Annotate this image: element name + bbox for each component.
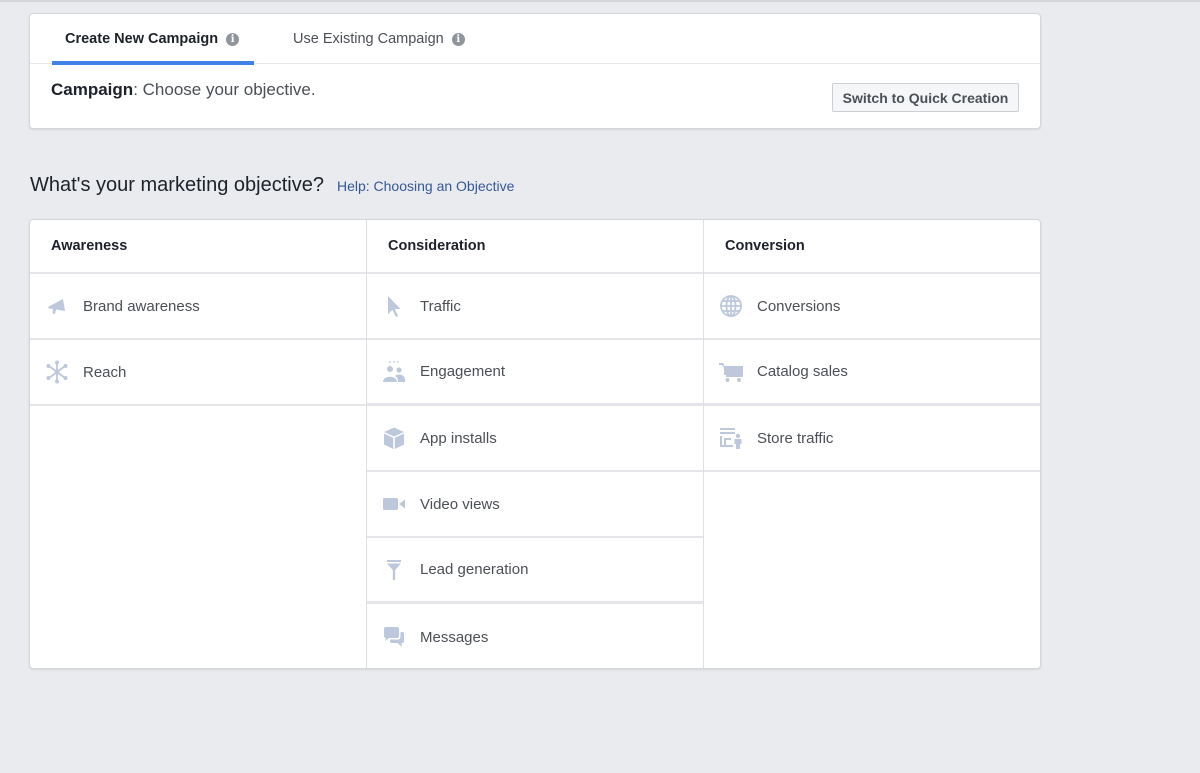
objective-reach[interactable]: Reach bbox=[30, 340, 367, 406]
funnel-icon bbox=[381, 557, 407, 583]
campaign-text: : Choose your objective. bbox=[133, 80, 316, 99]
info-icon[interactable]: i bbox=[451, 32, 465, 46]
campaign-objective-line: Campaign: Choose your objective. bbox=[51, 80, 316, 100]
objective-label: Messages bbox=[420, 628, 489, 646]
objective-conversions[interactable]: Conversions bbox=[704, 274, 1040, 340]
objective-label: Store traffic bbox=[757, 429, 834, 447]
campaign-tabs: Create New Campaign i Use Existing Campa… bbox=[30, 14, 1040, 65]
objective-label: Engagement bbox=[420, 363, 506, 380]
objective-label: Conversions bbox=[757, 297, 841, 315]
objective-engagement[interactable]: Engagement bbox=[367, 340, 703, 406]
objective-heading: What's your marketing objective? Help: C… bbox=[30, 174, 514, 197]
help-choosing-objective-link[interactable]: Help: Choosing an Objective bbox=[337, 178, 514, 194]
objective-brand-awareness[interactable]: Brand awareness bbox=[30, 274, 367, 340]
objective-label: App installs bbox=[420, 429, 497, 447]
objective-label: Video views bbox=[420, 495, 500, 513]
video-camera-icon bbox=[381, 491, 407, 517]
column-consideration: Consideration Traffic Engagement App ins… bbox=[366, 220, 703, 668]
cart-icon bbox=[718, 359, 744, 385]
objective-traffic[interactable]: Traffic bbox=[367, 274, 703, 340]
tab-label: Use Existing Campaign bbox=[293, 31, 444, 47]
column-header: Awareness bbox=[30, 220, 367, 274]
people-icon bbox=[381, 359, 407, 385]
campaign-label: Campaign bbox=[51, 80, 134, 99]
objectives-grid: Awareness Brand awareness Reach Consider… bbox=[29, 219, 1041, 669]
objective-catalog-sales[interactable]: Catalog sales bbox=[704, 340, 1040, 406]
objective-label: Reach bbox=[83, 363, 127, 381]
tab-create-new-campaign[interactable]: Create New Campaign i bbox=[52, 14, 254, 65]
column-header: Consideration bbox=[367, 220, 703, 274]
page-title: What's your marketing objective? bbox=[30, 174, 324, 196]
store-icon bbox=[718, 425, 744, 451]
objective-messages[interactable]: Messages bbox=[367, 604, 703, 668]
objective-label: Lead generation bbox=[420, 561, 529, 578]
objective-label: Traffic bbox=[420, 297, 461, 315]
megaphone-icon bbox=[44, 293, 70, 319]
objective-label: Catalog sales bbox=[757, 363, 848, 380]
objective-store-traffic[interactable]: Store traffic bbox=[704, 406, 1040, 472]
switch-to-quick-creation-button[interactable]: Switch to Quick Creation bbox=[832, 83, 1019, 112]
campaign-card: Create New Campaign i Use Existing Campa… bbox=[29, 13, 1041, 129]
reach-icon bbox=[44, 359, 70, 385]
objective-app-installs[interactable]: App installs bbox=[367, 406, 703, 472]
objective-lead-generation[interactable]: Lead generation bbox=[367, 538, 703, 604]
info-icon[interactable]: i bbox=[226, 32, 240, 46]
tab-use-existing-campaign[interactable]: Use Existing Campaign i bbox=[293, 14, 465, 64]
column-header: Conversion bbox=[704, 220, 1040, 274]
chat-bubbles-icon bbox=[381, 624, 407, 650]
tab-label: Create New Campaign bbox=[65, 31, 219, 47]
objective-video-views[interactable]: Video views bbox=[367, 472, 703, 538]
column-conversion: Conversion Conversions Catalog sales Sto… bbox=[703, 220, 1040, 668]
box-icon bbox=[381, 425, 407, 451]
cursor-icon bbox=[381, 293, 407, 319]
globe-icon bbox=[718, 293, 744, 319]
objective-label: Brand awareness bbox=[83, 297, 200, 315]
column-awareness: Awareness Brand awareness Reach bbox=[30, 220, 367, 668]
